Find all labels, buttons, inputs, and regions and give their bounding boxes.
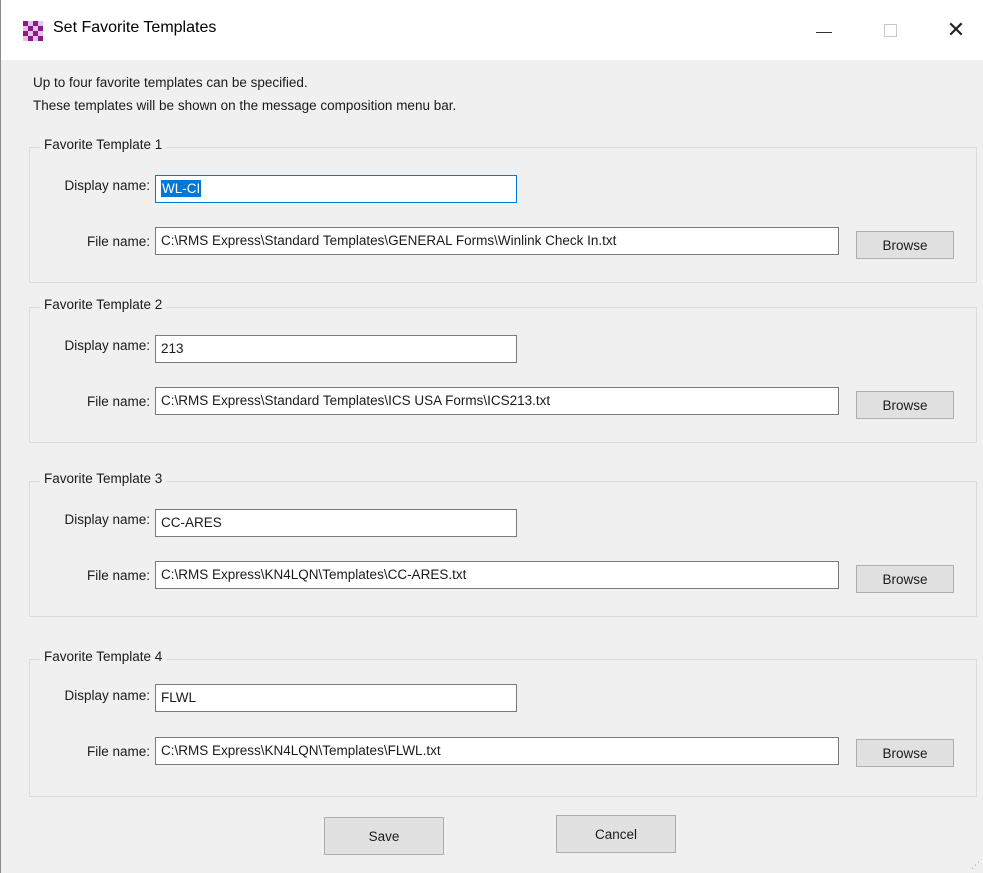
- browse-button[interactable]: Browse: [856, 739, 954, 767]
- window-title: Set Favorite Templates: [53, 19, 217, 36]
- close-icon: ✕: [946, 17, 966, 42]
- display-name-input[interactable]: FLWL: [155, 684, 517, 712]
- checkerboard-icon: [23, 21, 43, 41]
- favorite-template-1-group: Favorite Template 1 Display name: WL-CI …: [29, 137, 977, 283]
- group-title: Favorite Template 4: [40, 649, 167, 664]
- display-name-input[interactable]: 213: [155, 335, 517, 363]
- selected-text: WL-CI: [161, 180, 202, 197]
- intro-text-line-1: Up to four favorite templates can be spe…: [33, 75, 308, 90]
- close-button[interactable]: ✕: [933, 10, 979, 50]
- group-title: Favorite Template 3: [40, 471, 167, 486]
- browse-button[interactable]: Browse: [856, 565, 954, 593]
- intro-text-line-2: These templates will be shown on the mes…: [33, 98, 457, 113]
- title-bar[interactable]: Set Favorite Templates ✕: [1, 0, 983, 60]
- group-title: Favorite Template 1: [40, 137, 167, 152]
- display-name-input[interactable]: CC-ARES: [155, 509, 517, 537]
- file-name-label: File name:: [86, 234, 150, 249]
- group-title: Favorite Template 2: [40, 297, 167, 312]
- file-name-label: File name:: [86, 744, 150, 759]
- minimize-button[interactable]: [801, 10, 847, 50]
- resize-grip-icon[interactable]: ⋰: [971, 861, 981, 871]
- display-name-label: Display name:: [64, 178, 150, 193]
- favorite-template-3-group: Favorite Template 3 Display name: CC-ARE…: [29, 471, 977, 617]
- save-button[interactable]: Save: [324, 817, 444, 855]
- cancel-button[interactable]: Cancel: [556, 815, 676, 853]
- browse-button[interactable]: Browse: [856, 391, 954, 419]
- browse-button[interactable]: Browse: [856, 231, 954, 259]
- display-name-label: Display name:: [64, 512, 150, 527]
- file-name-input[interactable]: C:\RMS Express\Standard Templates\GENERA…: [155, 227, 839, 255]
- maximize-icon: [883, 23, 897, 37]
- favorite-template-4-group: Favorite Template 4 Display name: FLWL F…: [29, 649, 977, 797]
- minimize-icon: [816, 31, 832, 33]
- display-name-label: Display name:: [64, 338, 150, 353]
- file-name-input[interactable]: C:\RMS Express\Standard Templates\ICS US…: [155, 387, 839, 415]
- file-name-label: File name:: [86, 568, 150, 583]
- maximize-button: [867, 10, 913, 50]
- file-name-label: File name:: [86, 394, 150, 409]
- dialog-window: Set Favorite Templates ✕ Up to four favo…: [0, 0, 983, 873]
- display-name-label: Display name:: [64, 688, 150, 703]
- file-name-input[interactable]: C:\RMS Express\KN4LQN\Templates\CC-ARES.…: [155, 561, 839, 589]
- file-name-input[interactable]: C:\RMS Express\KN4LQN\Templates\FLWL.txt: [155, 737, 839, 765]
- display-name-input[interactable]: WL-CI: [155, 175, 517, 203]
- favorite-template-2-group: Favorite Template 2 Display name: 213 Fi…: [29, 297, 977, 443]
